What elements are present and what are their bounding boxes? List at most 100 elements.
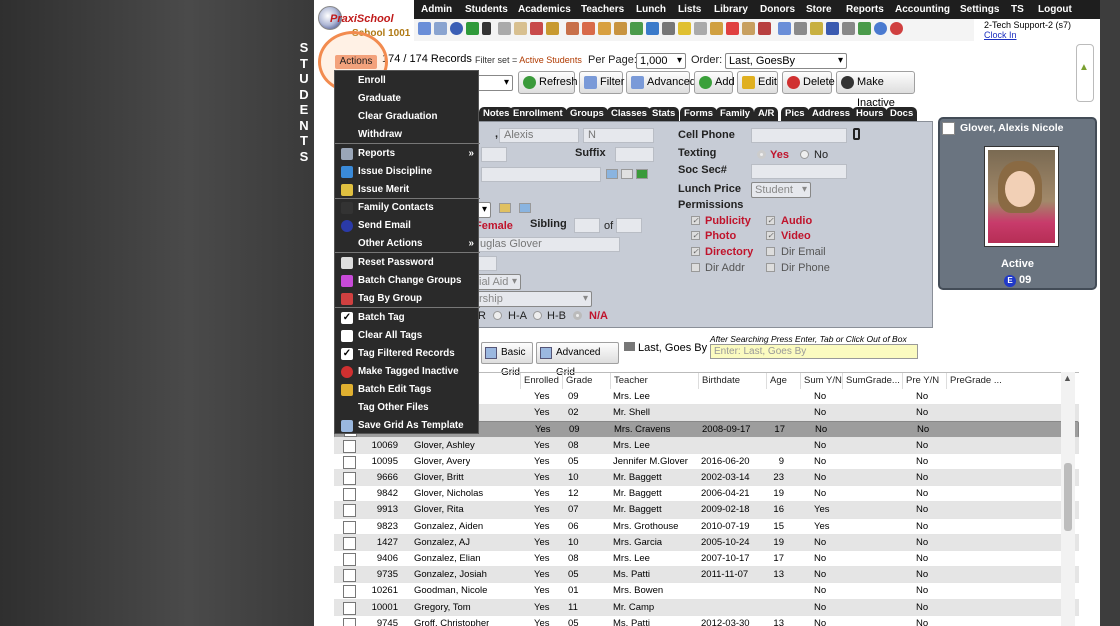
menu-item-batch-change-groups[interactable]: Batch Change Groups	[335, 272, 480, 290]
advanced-button[interactable]: Advanced	[626, 71, 696, 94]
row-tag-checkbox[interactable]	[343, 520, 356, 534]
hand-icon[interactable]	[710, 22, 723, 35]
table-row[interactable]: 9406 Gonzalez, Elian Yes 08 Mrs. Lee 2007-10-…	[334, 551, 1079, 568]
email-icon[interactable]	[450, 22, 463, 35]
menu-item-clear-all-tags[interactable]: Clear All Tags	[335, 327, 480, 345]
nav-store[interactable]: Store	[806, 0, 832, 19]
texting-no-radio[interactable]	[800, 150, 809, 159]
report-card-icon[interactable]	[598, 22, 611, 35]
dir-phone-checkbox[interactable]	[766, 263, 775, 272]
document-icon[interactable]	[778, 22, 791, 35]
refresh-button[interactable]: Refresh	[518, 71, 578, 94]
row-tag-checkbox[interactable]	[343, 472, 356, 485]
calendar-small-icon[interactable]	[499, 203, 511, 213]
header-pre[interactable]: Pre Y/N	[902, 373, 946, 389]
power-icon[interactable]	[890, 22, 903, 35]
dir-email-checkbox[interactable]	[766, 247, 775, 256]
pdf-icon[interactable]	[726, 22, 739, 35]
scroll-up-icon[interactable]: ▲	[1063, 373, 1072, 383]
table-row[interactable]: 10095 Glover, Avery Yes 05 Jennifer M.Glover…	[334, 454, 1079, 470]
menu-item-withdraw[interactable]: Withdraw	[335, 126, 480, 144]
table-row[interactable]: 9842 Glover, Nicholas Yes 12 Mr. Baggett 2006…	[334, 486, 1079, 503]
menu-item-issue-discipline[interactable]: Issue Discipline	[335, 163, 480, 181]
nav-students[interactable]: Students	[465, 0, 508, 19]
table-row[interactable]: 9823 Gonzalez, Aiden Yes 06 Mrs. Grothouse 20…	[334, 519, 1079, 535]
menu-item-reports[interactable]: Reports »	[335, 145, 480, 163]
nav-admin[interactable]: Admin	[421, 0, 452, 19]
scrollbar-thumb[interactable]	[1064, 463, 1072, 531]
nav-donors[interactable]: Donors	[760, 0, 795, 19]
school-icon[interactable]	[530, 22, 543, 35]
row-tag-checkbox[interactable]	[343, 601, 356, 615]
table-icon[interactable]	[434, 22, 447, 35]
menu-item-reset-password[interactable]: Reset Password	[335, 254, 480, 272]
nav-teachers[interactable]: Teachers	[581, 0, 624, 19]
header-enrolled[interactable]: Enrolled	[520, 373, 562, 389]
per-page-select[interactable]: 1,000	[636, 53, 686, 69]
menu-item-other-actions[interactable]: Other Actions »	[335, 235, 480, 253]
financial-aid-select[interactable]: ial Aid	[475, 274, 521, 290]
scholarship-select[interactable]: rship	[475, 291, 592, 307]
residency-hb-radio[interactable]	[533, 311, 542, 320]
basic-grid-button[interactable]: Basic Grid	[481, 342, 533, 378]
prefix-field[interactable]	[481, 147, 507, 162]
actions-button[interactable]: Actions	[335, 55, 377, 69]
tab-pics[interactable]: Pics	[781, 107, 809, 121]
video-checkbox[interactable]: ✓	[766, 231, 775, 240]
table-row[interactable]: 10001 Gregory, Tom Yes 11 Mr. Camp No No	[334, 599, 1079, 616]
tab-groups[interactable]: Groups	[566, 107, 608, 121]
nav-academics[interactable]: Academics	[518, 0, 571, 19]
advanced-grid-button[interactable]: Advanced Grid	[536, 342, 619, 378]
contact-card-icon[interactable]	[606, 169, 618, 179]
print-icon[interactable]	[794, 22, 807, 35]
ledger-icon[interactable]	[842, 22, 855, 35]
nav-library[interactable]: Library	[714, 0, 748, 19]
row-tag-checkbox[interactable]	[343, 617, 356, 626]
nav-lists[interactable]: Lists	[678, 0, 701, 19]
tab-docs[interactable]: Docs	[886, 107, 918, 121]
header-teacher[interactable]: Teacher	[610, 373, 698, 389]
table-row[interactable]: 9913 Glover, Rita Yes 07 Mr. Baggett 2009-02-…	[334, 502, 1079, 519]
table-row[interactable]: 1427 Gonzalez, AJ Yes 10 Mrs. Garcia 2005-10-…	[334, 534, 1079, 551]
money-icon[interactable]	[810, 22, 823, 35]
grid-scrollbar[interactable]: ▲	[1061, 372, 1075, 626]
gradebook-icon[interactable]	[758, 22, 771, 35]
tab-address[interactable]: Address	[808, 107, 855, 121]
side-panel-toggle[interactable]: ▲	[1076, 44, 1094, 102]
menu-item-tag-other-files[interactable]: Tag Other Files	[335, 399, 480, 417]
ssn-field[interactable]	[751, 164, 847, 179]
filter-button[interactable]: Filter	[579, 71, 624, 94]
folder-icon[interactable]	[742, 22, 755, 35]
make-inactive-button[interactable]: Make Inactive	[836, 71, 915, 109]
nav-logout[interactable]: Logout	[1038, 0, 1072, 19]
row-tag-checkbox[interactable]	[343, 455, 356, 469]
sibling-total-field[interactable]	[616, 218, 642, 233]
tab-hours[interactable]: Hours	[852, 107, 888, 121]
header-sumgrade[interactable]: SumGrade...	[842, 373, 902, 389]
pencil-icon[interactable]	[678, 22, 691, 35]
menu-item-send-email[interactable]: Send Email	[335, 217, 480, 235]
audio-checkbox[interactable]: ✓	[766, 216, 775, 225]
people-icon[interactable]	[582, 22, 595, 35]
search-icon[interactable]	[418, 22, 431, 35]
row-tag-checkbox[interactable]	[343, 569, 356, 583]
directory-checkbox[interactable]: ✓	[691, 247, 700, 256]
gender-value[interactable]: Female	[475, 220, 513, 232]
menu-item-issue-merit[interactable]: Issue Merit	[335, 181, 480, 199]
table-row[interactable]: 10261 Goodman, Nicole Yes 01 Mrs. Bowen No No	[334, 583, 1079, 600]
tab-ar[interactable]: A/R	[754, 107, 779, 121]
tab-family[interactable]: Family	[716, 107, 755, 121]
menu-item-make-tagged-inactive[interactable]: Make Tagged Inactive	[335, 363, 480, 381]
residency-na-radio[interactable]	[573, 311, 582, 320]
megaphone-icon[interactable]	[546, 22, 559, 35]
phone-icon[interactable]	[482, 22, 491, 35]
grid-search-input[interactable]: Enter: Last, Goes By	[710, 344, 918, 359]
row-tag-checkbox[interactable]	[343, 439, 356, 453]
row-tag-checkbox[interactable]	[343, 553, 356, 566]
row-tag-checkbox[interactable]	[343, 585, 356, 599]
calendar-icon[interactable]	[514, 22, 527, 35]
menu-item-batch-edit-tags[interactable]: Batch Edit Tags	[335, 381, 480, 399]
menu-item-save-grid-as-template[interactable]: Save Grid As Template	[335, 417, 480, 435]
table-row[interactable]: 9735 Gonzalez, Josiah Yes 05 Ms. Patti 2011-1…	[334, 567, 1079, 584]
header-age[interactable]: Age	[766, 373, 800, 389]
